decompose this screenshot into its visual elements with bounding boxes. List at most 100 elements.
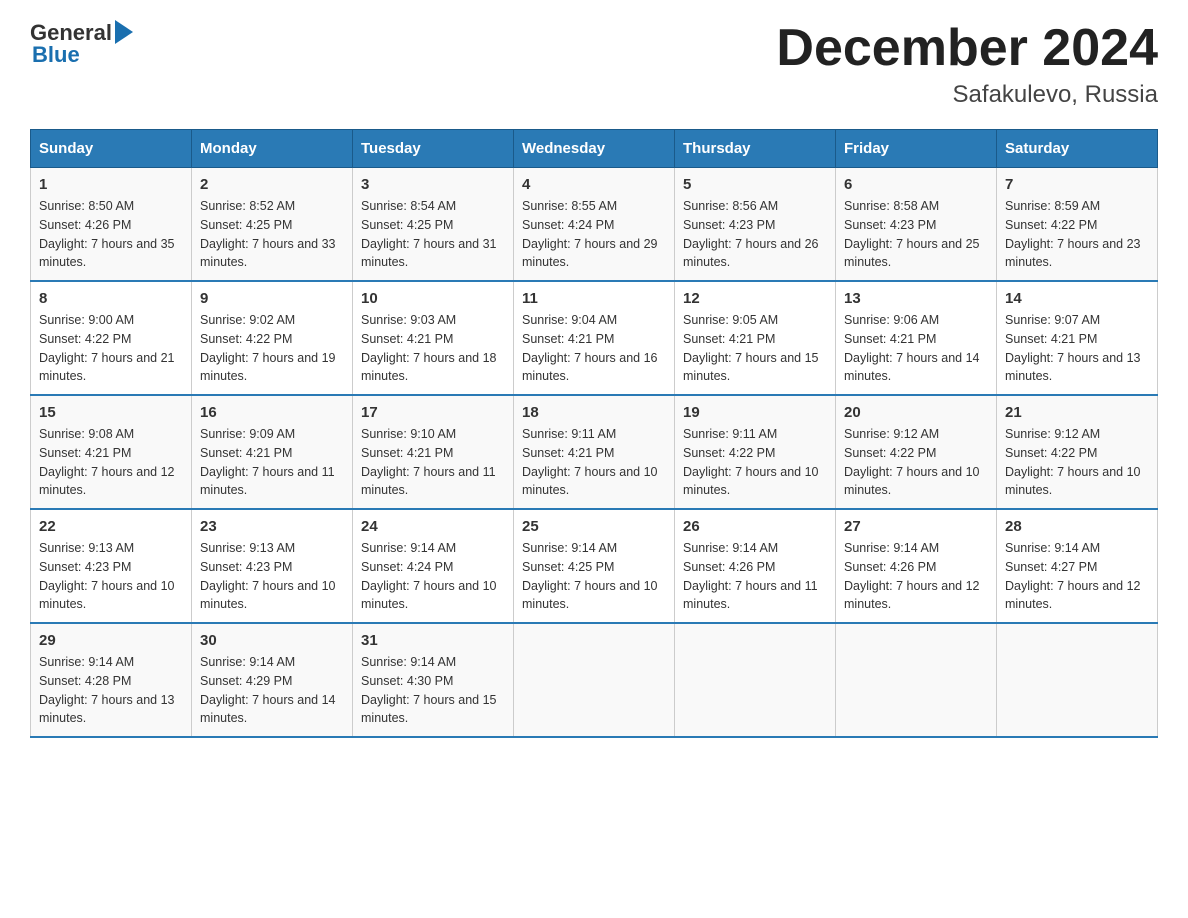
day-number: 1	[39, 176, 183, 193]
calendar-day-cell	[836, 623, 997, 737]
calendar-week-3: 15 Sunrise: 9:08 AM Sunset: 4:21 PM Dayl…	[31, 395, 1158, 509]
calendar-day-cell: 10 Sunrise: 9:03 AM Sunset: 4:21 PM Dayl…	[353, 281, 514, 395]
day-number: 12	[683, 290, 827, 307]
day-number: 8	[39, 290, 183, 307]
day-info: Sunrise: 8:59 AM Sunset: 4:22 PM Dayligh…	[1005, 197, 1149, 272]
day-number: 2	[200, 176, 344, 193]
calendar-day-cell: 1 Sunrise: 8:50 AM Sunset: 4:26 PM Dayli…	[31, 168, 192, 282]
calendar-day-cell: 16 Sunrise: 9:09 AM Sunset: 4:21 PM Dayl…	[192, 395, 353, 509]
day-number: 27	[844, 518, 988, 535]
calendar-day-cell: 17 Sunrise: 9:10 AM Sunset: 4:21 PM Dayl…	[353, 395, 514, 509]
day-number: 29	[39, 632, 183, 649]
calendar-day-cell: 9 Sunrise: 9:02 AM Sunset: 4:22 PM Dayli…	[192, 281, 353, 395]
day-number: 20	[844, 404, 988, 421]
calendar-week-2: 8 Sunrise: 9:00 AM Sunset: 4:22 PM Dayli…	[31, 281, 1158, 395]
calendar-day-cell: 2 Sunrise: 8:52 AM Sunset: 4:25 PM Dayli…	[192, 168, 353, 282]
calendar-day-cell: 13 Sunrise: 9:06 AM Sunset: 4:21 PM Dayl…	[836, 281, 997, 395]
calendar-day-cell: 15 Sunrise: 9:08 AM Sunset: 4:21 PM Dayl…	[31, 395, 192, 509]
day-info: Sunrise: 9:11 AM Sunset: 4:21 PM Dayligh…	[522, 425, 666, 500]
day-info: Sunrise: 9:08 AM Sunset: 4:21 PM Dayligh…	[39, 425, 183, 500]
day-number: 23	[200, 518, 344, 535]
day-number: 21	[1005, 404, 1149, 421]
calendar-day-cell: 19 Sunrise: 9:11 AM Sunset: 4:22 PM Dayl…	[675, 395, 836, 509]
day-number: 5	[683, 176, 827, 193]
day-info: Sunrise: 9:12 AM Sunset: 4:22 PM Dayligh…	[1005, 425, 1149, 500]
calendar-day-cell: 7 Sunrise: 8:59 AM Sunset: 4:22 PM Dayli…	[997, 168, 1158, 282]
calendar-day-cell: 28 Sunrise: 9:14 AM Sunset: 4:27 PM Dayl…	[997, 509, 1158, 623]
calendar-day-cell: 8 Sunrise: 9:00 AM Sunset: 4:22 PM Dayli…	[31, 281, 192, 395]
logo: General Blue	[30, 20, 133, 68]
day-info: Sunrise: 9:14 AM Sunset: 4:25 PM Dayligh…	[522, 539, 666, 614]
header-monday: Monday	[192, 130, 353, 168]
calendar-day-cell: 12 Sunrise: 9:05 AM Sunset: 4:21 PM Dayl…	[675, 281, 836, 395]
day-info: Sunrise: 8:55 AM Sunset: 4:24 PM Dayligh…	[522, 197, 666, 272]
calendar-table: Sunday Monday Tuesday Wednesday Thursday…	[30, 129, 1158, 738]
calendar-day-cell: 26 Sunrise: 9:14 AM Sunset: 4:26 PM Dayl…	[675, 509, 836, 623]
day-number: 19	[683, 404, 827, 421]
page-header: General Blue December 2024 Safakulevo, R…	[30, 20, 1158, 109]
day-number: 22	[39, 518, 183, 535]
header-wednesday: Wednesday	[514, 130, 675, 168]
day-info: Sunrise: 9:00 AM Sunset: 4:22 PM Dayligh…	[39, 311, 183, 386]
location-title: Safakulevo, Russia	[776, 81, 1158, 109]
day-info: Sunrise: 9:14 AM Sunset: 4:29 PM Dayligh…	[200, 653, 344, 728]
day-info: Sunrise: 9:04 AM Sunset: 4:21 PM Dayligh…	[522, 311, 666, 386]
day-info: Sunrise: 9:13 AM Sunset: 4:23 PM Dayligh…	[200, 539, 344, 614]
calendar-week-1: 1 Sunrise: 8:50 AM Sunset: 4:26 PM Dayli…	[31, 168, 1158, 282]
day-number: 9	[200, 290, 344, 307]
calendar-day-cell: 6 Sunrise: 8:58 AM Sunset: 4:23 PM Dayli…	[836, 168, 997, 282]
calendar-day-cell: 22 Sunrise: 9:13 AM Sunset: 4:23 PM Dayl…	[31, 509, 192, 623]
day-info: Sunrise: 9:10 AM Sunset: 4:21 PM Dayligh…	[361, 425, 505, 500]
header-friday: Friday	[836, 130, 997, 168]
day-info: Sunrise: 9:14 AM Sunset: 4:26 PM Dayligh…	[844, 539, 988, 614]
day-number: 6	[844, 176, 988, 193]
calendar-day-cell	[675, 623, 836, 737]
logo-blue-text: Blue	[32, 42, 80, 68]
day-number: 31	[361, 632, 505, 649]
calendar-day-cell: 14 Sunrise: 9:07 AM Sunset: 4:21 PM Dayl…	[997, 281, 1158, 395]
calendar-day-cell: 5 Sunrise: 8:56 AM Sunset: 4:23 PM Dayli…	[675, 168, 836, 282]
calendar-day-cell: 25 Sunrise: 9:14 AM Sunset: 4:25 PM Dayl…	[514, 509, 675, 623]
day-info: Sunrise: 8:56 AM Sunset: 4:23 PM Dayligh…	[683, 197, 827, 272]
calendar-day-cell: 30 Sunrise: 9:14 AM Sunset: 4:29 PM Dayl…	[192, 623, 353, 737]
day-info: Sunrise: 9:14 AM Sunset: 4:30 PM Dayligh…	[361, 653, 505, 728]
day-info: Sunrise: 8:54 AM Sunset: 4:25 PM Dayligh…	[361, 197, 505, 272]
day-number: 10	[361, 290, 505, 307]
day-info: Sunrise: 9:02 AM Sunset: 4:22 PM Dayligh…	[200, 311, 344, 386]
day-info: Sunrise: 9:06 AM Sunset: 4:21 PM Dayligh…	[844, 311, 988, 386]
day-number: 30	[200, 632, 344, 649]
day-number: 18	[522, 404, 666, 421]
calendar-day-cell: 27 Sunrise: 9:14 AM Sunset: 4:26 PM Dayl…	[836, 509, 997, 623]
day-number: 3	[361, 176, 505, 193]
header-sunday: Sunday	[31, 130, 192, 168]
day-number: 26	[683, 518, 827, 535]
day-number: 7	[1005, 176, 1149, 193]
day-number: 17	[361, 404, 505, 421]
day-info: Sunrise: 9:14 AM Sunset: 4:26 PM Dayligh…	[683, 539, 827, 614]
calendar-day-cell: 29 Sunrise: 9:14 AM Sunset: 4:28 PM Dayl…	[31, 623, 192, 737]
calendar-day-cell: 18 Sunrise: 9:11 AM Sunset: 4:21 PM Dayl…	[514, 395, 675, 509]
calendar-day-cell: 21 Sunrise: 9:12 AM Sunset: 4:22 PM Dayl…	[997, 395, 1158, 509]
weekday-header-row: Sunday Monday Tuesday Wednesday Thursday…	[31, 130, 1158, 168]
day-info: Sunrise: 8:52 AM Sunset: 4:25 PM Dayligh…	[200, 197, 344, 272]
header-tuesday: Tuesday	[353, 130, 514, 168]
day-info: Sunrise: 9:13 AM Sunset: 4:23 PM Dayligh…	[39, 539, 183, 614]
day-info: Sunrise: 9:11 AM Sunset: 4:22 PM Dayligh…	[683, 425, 827, 500]
calendar-day-cell: 20 Sunrise: 9:12 AM Sunset: 4:22 PM Dayl…	[836, 395, 997, 509]
header-saturday: Saturday	[997, 130, 1158, 168]
day-number: 16	[200, 404, 344, 421]
day-info: Sunrise: 9:12 AM Sunset: 4:22 PM Dayligh…	[844, 425, 988, 500]
calendar-day-cell: 3 Sunrise: 8:54 AM Sunset: 4:25 PM Dayli…	[353, 168, 514, 282]
day-number: 11	[522, 290, 666, 307]
day-info: Sunrise: 9:14 AM Sunset: 4:27 PM Dayligh…	[1005, 539, 1149, 614]
calendar-day-cell	[997, 623, 1158, 737]
day-info: Sunrise: 9:07 AM Sunset: 4:21 PM Dayligh…	[1005, 311, 1149, 386]
calendar-day-cell: 11 Sunrise: 9:04 AM Sunset: 4:21 PM Dayl…	[514, 281, 675, 395]
day-number: 15	[39, 404, 183, 421]
calendar-day-cell: 4 Sunrise: 8:55 AM Sunset: 4:24 PM Dayli…	[514, 168, 675, 282]
day-number: 28	[1005, 518, 1149, 535]
calendar-day-cell: 24 Sunrise: 9:14 AM Sunset: 4:24 PM Dayl…	[353, 509, 514, 623]
day-number: 4	[522, 176, 666, 193]
day-info: Sunrise: 9:05 AM Sunset: 4:21 PM Dayligh…	[683, 311, 827, 386]
month-title: December 2024	[776, 20, 1158, 77]
